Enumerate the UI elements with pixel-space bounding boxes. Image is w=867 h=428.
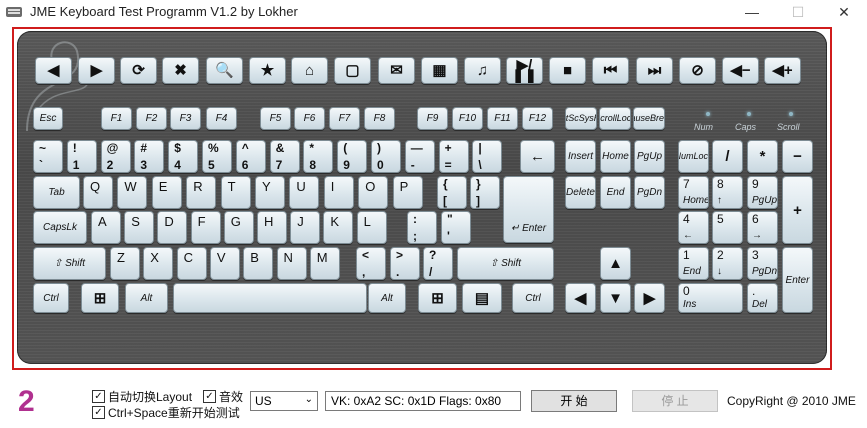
sound-label: 音效 <box>219 390 244 404</box>
close-button[interactable]: ✕ <box>821 0 867 24</box>
key-status-field: VK: 0xA2 SC: 0x1D Flags: 0x80 <box>325 391 521 411</box>
copyright-text: CopyRight @ 2010 JME <box>727 394 856 408</box>
step-badge: 2 <box>18 385 35 418</box>
sound-checkbox[interactable]: ✓ 音效 <box>203 388 243 405</box>
checkbox-checked-icon: ✓ <box>203 390 216 403</box>
title-bar: JME Keyboard Test Programm V1.2 by Lokhe… <box>0 0 867 24</box>
start-button[interactable]: 开 始 <box>531 390 617 412</box>
checkbox-checked-icon: ✓ <box>92 406 105 419</box>
layout-select[interactable]: US ⌄ <box>250 391 318 411</box>
keyboard-app-icon <box>6 7 22 17</box>
chevron-down-icon: ⌄ <box>304 394 313 405</box>
auto-switch-label: 自动切换Layout <box>108 390 193 404</box>
restart-label: Ctrl+Space重新开始测试 <box>108 406 240 420</box>
checkbox-checked-icon: ✓ <box>92 390 105 403</box>
restart-checkbox[interactable]: ✓ Ctrl+Space重新开始测试 <box>92 404 240 421</box>
minimize-button[interactable]: — <box>729 0 775 24</box>
highlight-frame <box>12 27 832 370</box>
layout-value: US <box>255 394 272 408</box>
window-title: JME Keyboard Test Programm V1.2 by Lokhe… <box>30 4 298 19</box>
stop-button[interactable]: 停 止 <box>632 390 718 412</box>
auto-switch-checkbox[interactable]: ✓ 自动切换Layout <box>92 388 192 405</box>
maximize-button[interactable]: ☐ <box>775 0 821 24</box>
